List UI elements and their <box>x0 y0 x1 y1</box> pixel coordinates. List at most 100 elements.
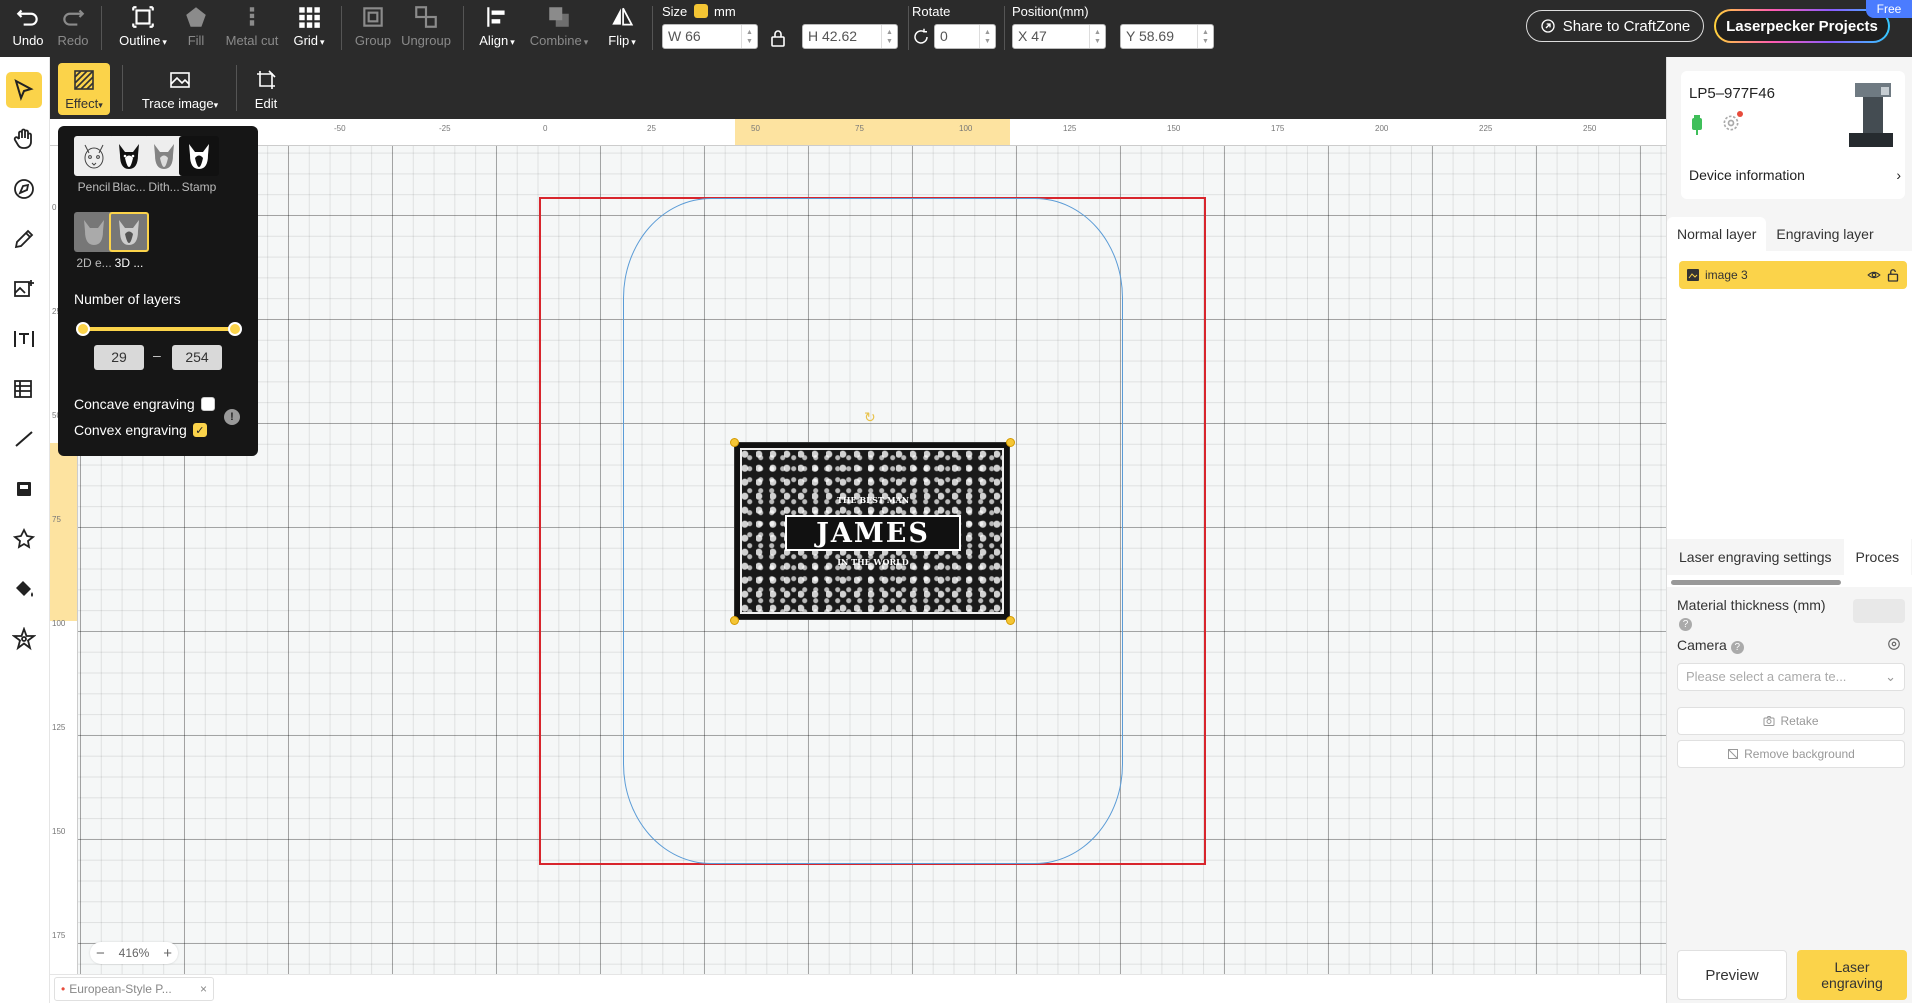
layer-item[interactable]: image 3 <box>1679 261 1907 289</box>
ruler-tick: 225 <box>1479 124 1493 133</box>
metal-cut-button[interactable]: Metal cut <box>224 4 280 54</box>
unit-toggle[interactable] <box>694 4 708 18</box>
pencil-tool[interactable] <box>6 221 42 257</box>
laser-engraving-button[interactable]: Laser engraving <box>1797 950 1907 1000</box>
device-tool[interactable] <box>6 471 42 507</box>
ruler-tick: 100 <box>959 124 973 133</box>
group-label: Group <box>354 33 392 48</box>
settings-tabs-scrollbar[interactable] <box>1671 580 1841 585</box>
unlock-icon[interactable] <box>1887 268 1899 282</box>
stepper-icon[interactable]: ▲ ▼ <box>1197 25 1213 48</box>
effects-tool[interactable] <box>6 621 42 657</box>
fill-button[interactable]: Fill <box>180 4 212 54</box>
height-input[interactable]: H 42.62 ▲ ▼ <box>802 24 898 49</box>
stepper-icon[interactable]: ▲ ▼ <box>881 25 897 48</box>
range-max-input[interactable]: 254 <box>172 345 222 370</box>
husky-dither-icon <box>144 136 184 176</box>
resize-handle[interactable] <box>1006 438 1015 447</box>
paint-tool[interactable] <box>6 571 42 607</box>
zoom-out-button[interactable]: − <box>96 945 105 962</box>
help-icon[interactable]: ? <box>1730 641 1744 654</box>
pen-tool[interactable] <box>6 171 42 207</box>
align-label: Align <box>479 33 509 48</box>
zoom-in-button[interactable]: + <box>163 945 172 962</box>
convex-option[interactable]: Convex engraving ✓ <box>74 422 207 438</box>
artwork-image[interactable]: THE BEST MAN JAMES IN THE WORLD <box>734 442 1010 620</box>
camera-select[interactable]: Please select a camera te... ⌄ <box>1677 663 1905 691</box>
ungroup-button[interactable]: Ungroup <box>400 4 452 54</box>
table-tool[interactable] <box>6 371 42 407</box>
text-tool[interactable] <box>6 321 42 357</box>
y-input[interactable]: Y 58.69 ▲ ▼ <box>1120 24 1214 49</box>
select-tool[interactable] <box>6 72 42 108</box>
tab-engraving-layer[interactable]: Engraving layer <box>1766 217 1883 251</box>
convex-checkbox[interactable]: ✓ <box>192 423 207 437</box>
lock-icon[interactable] <box>770 29 786 47</box>
divider <box>652 6 653 50</box>
tab-process[interactable]: Proces <box>1843 539 1912 575</box>
resize-handle[interactable] <box>730 616 739 625</box>
camera-label: Camera? <box>1677 637 1744 654</box>
rotate-input[interactable]: 0 ▲ ▼ <box>934 24 996 49</box>
effect-pencil[interactable]: Pencil <box>74 136 114 194</box>
pan-tool[interactable] <box>6 121 42 157</box>
layers-range-slider[interactable] <box>81 327 235 331</box>
remove-background-button[interactable]: Remove background <box>1677 740 1905 768</box>
edit-button[interactable]: Edit <box>244 63 288 115</box>
image-toolbar: Effect▾ Trace image▾ Edit <box>50 57 1666 119</box>
effect-stamp[interactable]: Stamp <box>179 136 219 194</box>
tab-laser-settings[interactable]: Laser engraving settings <box>1667 539 1844 575</box>
ruler-tick: 125 <box>52 723 66 732</box>
shape-tool[interactable] <box>6 521 42 557</box>
outline-button[interactable]: Outline ▾ <box>115 4 171 54</box>
line-tool[interactable] <box>6 421 42 457</box>
concave-checkbox[interactable] <box>200 397 215 411</box>
resize-handle[interactable] <box>1006 616 1015 625</box>
trace-image-button[interactable]: Trace image▾ <box>134 63 226 115</box>
effect-dithering[interactable]: Dith... <box>144 136 184 194</box>
resize-handle[interactable] <box>730 438 739 447</box>
tab-normal-layer[interactable]: Normal layer <box>1667 217 1767 251</box>
ruler-tick: -25 <box>439 124 451 133</box>
share-craftzone-button[interactable]: Share to CraftZone <box>1526 10 1704 42</box>
rotate-handle-icon[interactable]: ↻ <box>864 409 876 426</box>
device-info-link[interactable]: Device information › <box>1689 167 1901 183</box>
align-button[interactable]: Align ▾ <box>475 4 519 54</box>
laserpecker-projects-button[interactable]: Laserpecker Projects <box>1714 9 1890 43</box>
concave-option[interactable]: Concave engraving <box>74 396 215 412</box>
husky-sketch-icon <box>74 136 114 176</box>
ruler-tick: 75 <box>855 124 864 133</box>
combine-button[interactable]: Combine ▾ <box>528 4 590 54</box>
effect-black-white[interactable]: Blac... <box>109 136 149 194</box>
redo-button[interactable]: Redo <box>55 4 91 54</box>
stepper-icon[interactable]: ▲ ▼ <box>979 25 995 48</box>
width-input[interactable]: W 66 ▲ ▼ <box>662 24 758 49</box>
slider-max-handle[interactable] <box>228 322 242 336</box>
retake-button[interactable]: Retake <box>1677 707 1905 735</box>
help-icon[interactable]: ? <box>1679 618 1692 631</box>
slider-min-handle[interactable] <box>76 322 90 336</box>
effect-3d-engraving[interactable]: 3D ... <box>109 212 149 270</box>
stepper-icon[interactable]: ▲ ▼ <box>1089 25 1105 48</box>
grid-button[interactable]: Grid ▾ <box>288 4 330 54</box>
document-tab[interactable]: • European-Style P... × <box>54 977 214 1001</box>
add-image-tool[interactable] <box>6 271 42 307</box>
flip-button[interactable]: Flip ▾ <box>602 4 642 54</box>
effect-2d-engraving[interactable]: 2D e... <box>74 212 114 270</box>
ungroup-label: Ungroup <box>401 33 451 48</box>
x-input[interactable]: X 47 ▲ ▼ <box>1012 24 1106 49</box>
artwork-bottom-text: IN THE WORLD <box>837 557 909 567</box>
eye-icon[interactable] <box>1867 268 1881 282</box>
stepper-icon[interactable]: ▲ ▼ <box>741 25 757 48</box>
range-min-input[interactable]: 29 <box>94 345 144 370</box>
design-canvas[interactable]: ↻ THE BEST MAN JAMES IN THE WORLD <box>50 119 1666 974</box>
group-button[interactable]: Group <box>352 4 394 54</box>
effect-button[interactable]: Effect▾ <box>58 63 110 115</box>
camera-settings-icon[interactable] <box>1887 637 1901 651</box>
thickness-input[interactable] <box>1853 599 1905 623</box>
undo-button[interactable]: Undo <box>10 4 46 54</box>
info-icon[interactable]: ! <box>224 409 240 425</box>
preview-button[interactable]: Preview <box>1677 950 1787 1000</box>
close-icon[interactable]: × <box>200 982 207 996</box>
rotate-icon <box>914 28 928 44</box>
